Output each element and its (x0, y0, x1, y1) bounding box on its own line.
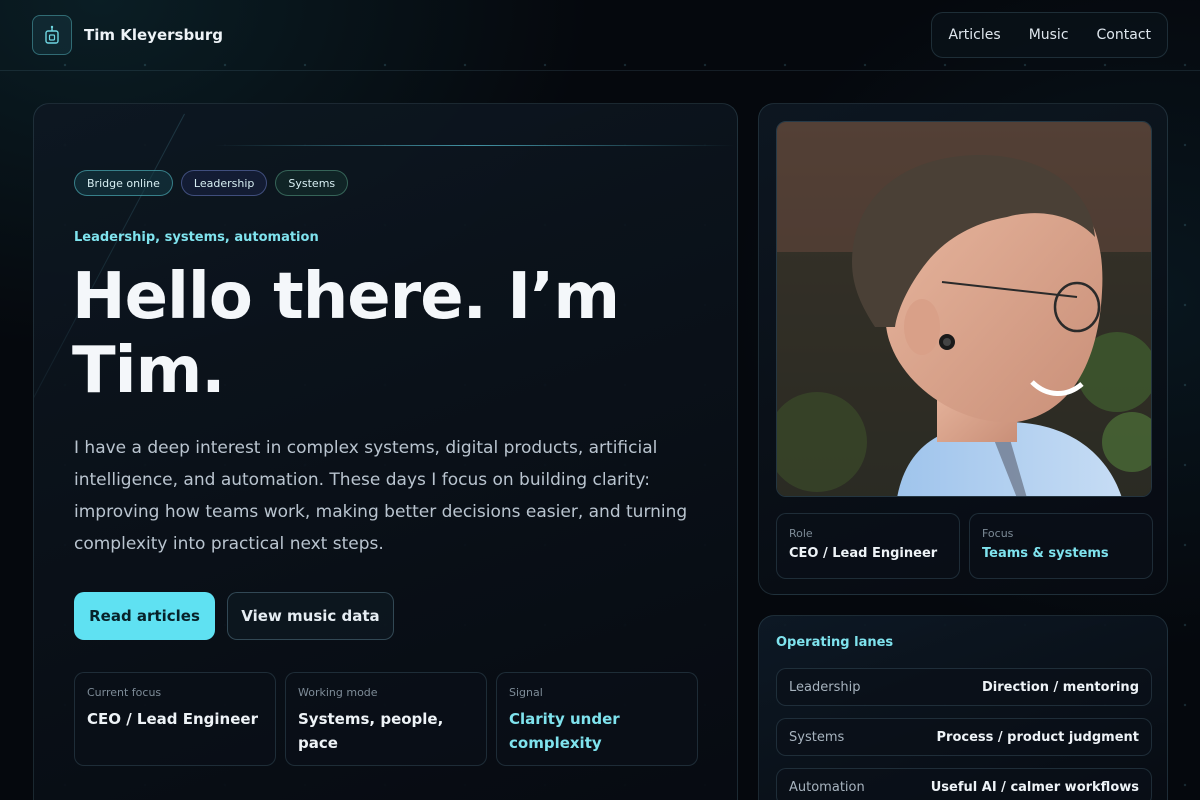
lane-automation: Automation Useful AI / calmer workflows (776, 768, 1152, 800)
view-music-data-button[interactable]: View music data (227, 592, 394, 640)
meta-value: CEO / Lead Engineer (789, 546, 938, 561)
nav-music[interactable]: Music (1029, 27, 1069, 43)
read-articles-button[interactable]: Read articles (74, 592, 215, 640)
stat-signal: Signal Clarity under complexity (496, 672, 698, 766)
stat-label: Working mode (298, 686, 378, 699)
hero-chips: Bridge online Leadership Systems (74, 170, 349, 196)
stat-value: Clarity under complexity (509, 710, 620, 752)
lane-value: Useful AI / calmer workflows (930, 779, 1139, 795)
lane-leadership: Leadership Direction / mentoring (776, 668, 1152, 706)
hero-accent-line (214, 145, 734, 146)
nav-contact[interactable]: Contact (1097, 27, 1151, 43)
profile-meta: Role CEO / Lead Engineer Focus Teams & s… (776, 513, 1153, 579)
lane-value: Direction / mentoring (981, 679, 1139, 695)
stat-current-focus: Current focus CEO / Lead Engineer (74, 672, 276, 766)
robot-icon[interactable] (32, 15, 72, 55)
meta-value: Teams & systems (982, 546, 1109, 561)
profile-photo (776, 121, 1152, 497)
stat-value: CEO / Lead Engineer (87, 710, 258, 728)
meta-role: Role CEO / Lead Engineer (776, 513, 960, 579)
meta-focus: Focus Teams & systems (969, 513, 1153, 579)
hero-eyebrow: Leadership, systems, automation (74, 230, 319, 245)
brand-name[interactable]: Tim Kleyersburg (84, 26, 223, 44)
meta-label: Focus (982, 527, 1014, 540)
lane-label: Automation (789, 779, 865, 795)
profile-card: Role CEO / Lead Engineer Focus Teams & s… (758, 103, 1168, 595)
hero-card: Bridge online Leadership Systems Leaders… (33, 103, 738, 800)
chip-bridge-online: Bridge online (74, 170, 173, 196)
lane-label: Systems (789, 729, 845, 745)
chip-leadership: Leadership (180, 170, 268, 196)
page-title: Hello there. I’m Tim. (72, 260, 620, 408)
meta-label: Role (789, 527, 813, 540)
hero-stats: Current focus CEO / Lead Engineer Workin… (74, 672, 698, 766)
hero-lead: I have a deep interest in complex system… (74, 438, 688, 554)
lane-systems: Systems Process / product judgment (776, 718, 1152, 756)
chip-systems: Systems (275, 170, 349, 196)
main-nav: Articles Music Contact (931, 12, 1168, 58)
lane-value: Process / product judgment (936, 729, 1139, 745)
stat-working-mode: Working mode Systems, people, pace (285, 672, 487, 766)
stat-value: Systems, people, pace (298, 710, 444, 752)
stat-label: Current focus (87, 686, 162, 699)
lanes-title: Operating lanes (776, 635, 894, 650)
site-header: Tim Kleyersburg Articles Music Contact (0, 0, 1200, 71)
lane-label: Leadership (789, 679, 861, 695)
operating-lanes-card: Operating lanes Leadership Direction / m… (758, 615, 1168, 800)
stat-label: Signal (509, 686, 543, 699)
nav-articles[interactable]: Articles (948, 27, 1000, 43)
